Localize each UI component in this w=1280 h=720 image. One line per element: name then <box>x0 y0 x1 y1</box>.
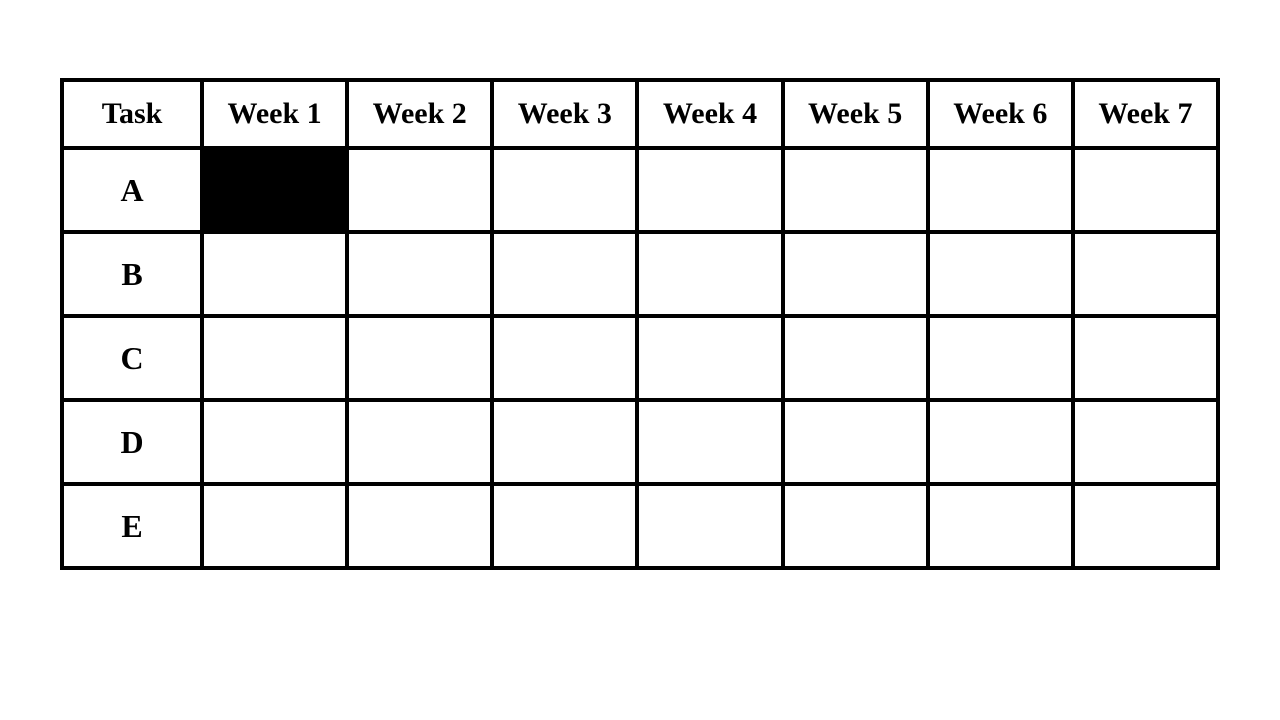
gantt-cell <box>928 484 1073 568</box>
gantt-cell <box>347 148 492 232</box>
gantt-cell <box>637 148 782 232</box>
task-row: E <box>62 484 1218 568</box>
header-week-6: Week 6 <box>928 80 1073 148</box>
gantt-cell <box>492 484 637 568</box>
gantt-cell <box>1073 232 1218 316</box>
gantt-cell <box>637 484 782 568</box>
gantt-cell <box>783 400 928 484</box>
gantt-cell <box>1073 400 1218 484</box>
gantt-cell <box>928 148 1073 232</box>
header-week-7: Week 7 <box>1073 80 1218 148</box>
header-week-3: Week 3 <box>492 80 637 148</box>
gantt-cell <box>202 232 347 316</box>
gantt-cell <box>492 148 637 232</box>
gantt-cell <box>1073 148 1218 232</box>
header-week-1: Week 1 <box>202 80 347 148</box>
gantt-cell <box>637 316 782 400</box>
task-label: A <box>62 148 202 232</box>
gantt-cell <box>202 316 347 400</box>
header-week-2: Week 2 <box>347 80 492 148</box>
gantt-cell <box>637 232 782 316</box>
gantt-cell <box>783 316 928 400</box>
gantt-cell <box>202 148 347 232</box>
gantt-cell <box>928 232 1073 316</box>
gantt-cell <box>1073 484 1218 568</box>
task-row: A <box>62 148 1218 232</box>
gantt-cell <box>637 400 782 484</box>
task-label: B <box>62 232 202 316</box>
task-label: D <box>62 400 202 484</box>
task-label: E <box>62 484 202 568</box>
gantt-cell <box>783 232 928 316</box>
gantt-cell <box>492 232 637 316</box>
gantt-table: Task Week 1 Week 2 Week 3 Week 4 Week 5 … <box>60 78 1220 570</box>
gantt-cell <box>1073 316 1218 400</box>
gantt-cell <box>783 148 928 232</box>
gantt-cell <box>347 232 492 316</box>
gantt-cell <box>202 484 347 568</box>
gantt-cell <box>928 316 1073 400</box>
header-week-4: Week 4 <box>637 80 782 148</box>
gantt-cell <box>783 484 928 568</box>
header-week-5: Week 5 <box>783 80 928 148</box>
header-task: Task <box>62 80 202 148</box>
gantt-body: ABCDE <box>62 148 1218 568</box>
gantt-cell <box>202 400 347 484</box>
task-row: B <box>62 232 1218 316</box>
gantt-cell <box>492 400 637 484</box>
task-row: D <box>62 400 1218 484</box>
gantt-cell <box>347 316 492 400</box>
gantt-cell <box>928 400 1073 484</box>
gantt-cell <box>347 400 492 484</box>
gantt-cell <box>492 316 637 400</box>
task-row: C <box>62 316 1218 400</box>
gantt-cell <box>347 484 492 568</box>
task-label: C <box>62 316 202 400</box>
header-row: Task Week 1 Week 2 Week 3 Week 4 Week 5 … <box>62 80 1218 148</box>
